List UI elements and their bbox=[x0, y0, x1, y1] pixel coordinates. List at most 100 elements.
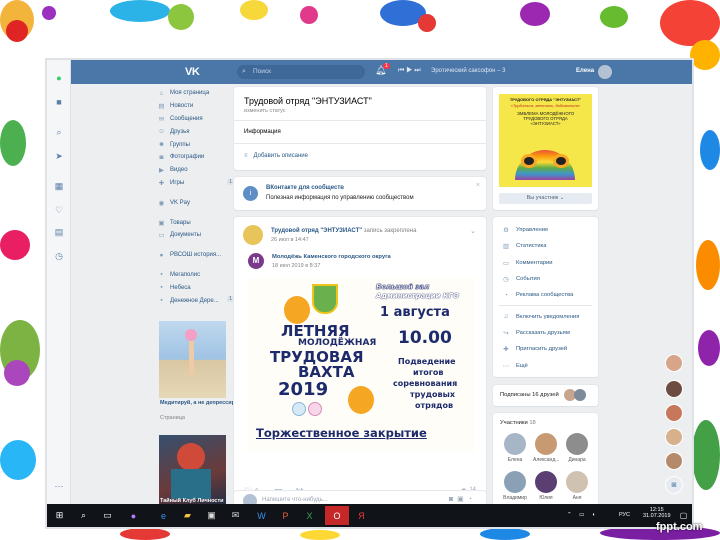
opera-browser-icon[interactable]: O bbox=[325, 506, 349, 525]
video-icon: ▶ bbox=[159, 167, 164, 175]
post-date[interactable]: 26 июл в 14:47 bbox=[271, 237, 309, 243]
action-comments[interactable]: ▭ Комментарии bbox=[493, 255, 598, 271]
groups-icon: ☻ bbox=[158, 141, 165, 149]
emblem-badge-icon bbox=[292, 402, 306, 416]
action-notifications[interactable]: ♫ Включить уведомления bbox=[493, 308, 598, 324]
vk-logo[interactable]: VK bbox=[185, 66, 200, 78]
member-item[interactable]: Владимир bbox=[502, 471, 528, 501]
member-button[interactable]: Вы участник ⌄ bbox=[499, 193, 592, 204]
menu-item-app-nebesa[interactable]: ▪ Небеса bbox=[157, 281, 229, 294]
alice-assistant-icon[interactable]: ● bbox=[127, 509, 140, 522]
menu-item-group-shortcut[interactable]: ● РВСОШ история... bbox=[157, 249, 229, 262]
repost-author[interactable]: Молодёжь Каменского городского округа bbox=[272, 254, 391, 260]
action-stats[interactable]: ▥ Статистика bbox=[493, 238, 598, 254]
menu-item-goods[interactable]: ▣ Товары bbox=[157, 216, 229, 229]
player-controls[interactable]: ⏮ ▶ ⏭ bbox=[398, 67, 421, 75]
whatsapp-icon[interactable]: ● bbox=[53, 72, 65, 84]
chat-avatar[interactable] bbox=[665, 380, 683, 398]
photos-icon: ◙ bbox=[159, 153, 164, 161]
search-icon[interactable]: ⌕ bbox=[53, 126, 65, 138]
promo-title[interactable]: ВКонтакте для сообществ bbox=[266, 185, 344, 191]
action-ads[interactable]: ◔ Реклама сообщества bbox=[493, 287, 598, 303]
menu-item-news[interactable]: ▤ Новости bbox=[157, 100, 229, 113]
file-explorer-icon[interactable]: ▰ bbox=[181, 509, 194, 522]
menu-item-video[interactable]: ▶ Видео bbox=[157, 164, 229, 177]
menu-item-app-megapolis[interactable]: ▪ Мегаполис bbox=[157, 269, 229, 282]
menu-item-documents[interactable]: ▭ Документы bbox=[157, 229, 229, 242]
list-icon[interactable]: ▤ bbox=[53, 226, 65, 238]
heart-icon[interactable]: ♡ bbox=[53, 204, 65, 216]
yandex-browser-icon[interactable]: Я bbox=[355, 509, 368, 522]
mail-icon[interactable]: ✉ bbox=[229, 509, 242, 522]
menu-item-groups[interactable]: ☻ Группы bbox=[157, 138, 229, 151]
ad-image-club[interactable] bbox=[159, 435, 226, 507]
action-invite[interactable]: ✚ Пригласить друзей bbox=[493, 341, 598, 357]
menu-item-photos[interactable]: ◙ Фотографии bbox=[157, 151, 229, 164]
chat-avatar[interactable] bbox=[665, 428, 683, 446]
ad-title-meditation[interactable]: Медитируй, а не депрессируй! bbox=[160, 400, 243, 407]
user-avatar[interactable] bbox=[598, 65, 612, 79]
group-cover-image[interactable]: ТРУДОВОГО ОТРЯДА "ЭНТУЗИАСТ" «Трудиться,… bbox=[499, 94, 592, 187]
member-item[interactable]: Юлия bbox=[533, 471, 559, 501]
edge-browser-icon[interactable]: e bbox=[157, 509, 170, 522]
store-icon[interactable]: ▣ bbox=[205, 509, 218, 522]
comment-input[interactable]: Напишите что-нибудь... bbox=[262, 497, 328, 503]
messages-icon: ✉ bbox=[158, 115, 165, 123]
clock[interactable]: 12:15 31.07.2019 bbox=[643, 507, 671, 519]
current-track[interactable]: Эротический саксофон – 3 bbox=[431, 68, 505, 74]
close-icon[interactable]: × bbox=[476, 182, 480, 189]
member-item[interactable]: Динара bbox=[564, 433, 590, 463]
system-tray-icons[interactable]: ⌃ ▭ ◖ bbox=[567, 512, 598, 518]
menu-item-my-page[interactable]: ⌂ Моя страница bbox=[157, 87, 229, 100]
action-more[interactable]: ⋯ Ещё bbox=[493, 357, 598, 373]
send-icon[interactable]: ➤ bbox=[53, 150, 65, 162]
language-indicator[interactable]: РУС bbox=[619, 512, 630, 518]
menu-item-friends[interactable]: ☺ Друзья bbox=[157, 125, 229, 138]
menu-item-games[interactable]: ✚ Игры 1 bbox=[157, 177, 234, 190]
news-icon: ▤ bbox=[158, 103, 165, 111]
task-view-icon[interactable]: ▭ bbox=[101, 509, 114, 522]
member-item[interactable]: Александ... bbox=[533, 433, 559, 463]
goods-icon: ▣ bbox=[158, 219, 165, 227]
search-input[interactable]: ⌕ Поиск bbox=[237, 65, 365, 79]
subscribed-friends[interactable]: Подписаны 16 друзей bbox=[493, 385, 598, 406]
user-name[interactable]: Елена bbox=[576, 68, 594, 74]
member-item[interactable]: Елена bbox=[502, 433, 528, 463]
add-description-link[interactable]: ≡ Добавить описание bbox=[244, 153, 308, 159]
menu-item-messages[interactable]: ✉ Сообщения bbox=[157, 113, 229, 126]
ad-image-meditation[interactable] bbox=[159, 321, 226, 398]
word-icon[interactable]: W bbox=[255, 509, 268, 522]
search-icon[interactable]: ⌕ bbox=[77, 509, 90, 522]
left-menu: ⌂ Моя страница ▤ Новости ✉ Сообщения ☺ Друзь… bbox=[157, 87, 234, 307]
action-manage[interactable]: ⚙ Управление bbox=[493, 222, 598, 238]
powerpoint-icon[interactable]: P bbox=[279, 509, 292, 522]
chat-avatar[interactable] bbox=[665, 404, 683, 422]
action-events[interactable]: ◷ События bbox=[493, 271, 598, 287]
repost-date[interactable]: 18 июл 2019 в 8:37 bbox=[272, 263, 320, 269]
apps-icon[interactable]: ▦ bbox=[53, 180, 65, 192]
action-tell-friends[interactable]: ↪ Рассказать друзьям bbox=[493, 325, 598, 341]
post-author[interactable]: Трудовой отряд "ЭНТУЗИАСТ" bbox=[271, 228, 362, 234]
chevron-down-icon[interactable]: ⌄ bbox=[470, 227, 476, 235]
more-dots-icon[interactable]: ⋯ bbox=[53, 480, 65, 492]
menu-item-app-money-tree[interactable]: ▪ Денежное Дере... 1 bbox=[157, 294, 234, 307]
chat-avatar[interactable] bbox=[665, 354, 683, 372]
stats-icon: ▥ bbox=[502, 243, 510, 251]
change-status-link[interactable]: изменить статус bbox=[244, 108, 286, 114]
vk-app-icon[interactable]: ■ bbox=[53, 96, 65, 108]
post-image-poster[interactable]: Большой зал Администрации КГО 1 августа … bbox=[248, 278, 475, 451]
menu-item-vkpay[interactable]: ◉ VK Pay bbox=[157, 196, 229, 209]
member-item[interactable]: Аня bbox=[564, 471, 590, 501]
bell-icon: ♫ bbox=[503, 313, 509, 321]
emblem-badge-icon bbox=[308, 402, 322, 416]
group-icon: ● bbox=[159, 251, 164, 259]
excel-icon[interactable]: X bbox=[303, 509, 316, 522]
camera-icon[interactable]: ◙ bbox=[665, 476, 683, 494]
chat-avatar[interactable] bbox=[665, 452, 683, 470]
group-avatar[interactable] bbox=[243, 225, 263, 245]
clock-icon[interactable]: ◷ bbox=[53, 250, 65, 262]
members-header[interactable]: Участники 18 bbox=[500, 420, 536, 426]
repost-avatar[interactable]: М bbox=[248, 253, 264, 269]
attach-icons[interactable]: ◙▣◔ bbox=[449, 495, 476, 503]
windows-start-icon[interactable]: ⊞ bbox=[53, 509, 66, 522]
